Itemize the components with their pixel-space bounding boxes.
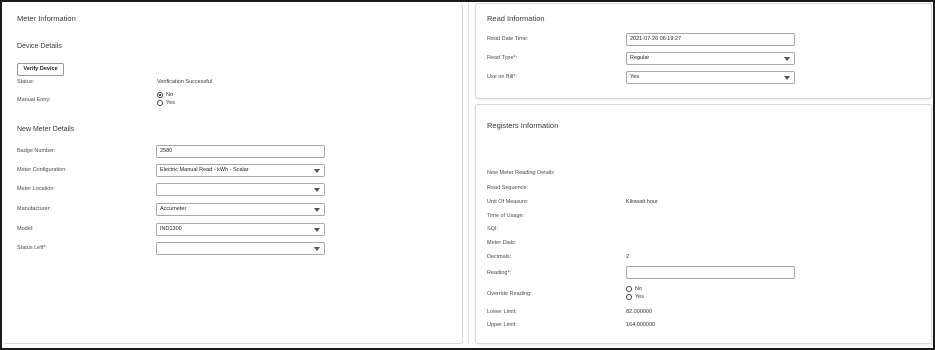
manual-entry-yes-label: Yes [166, 100, 175, 106]
upper-limit-label: Upper Limit: [487, 322, 517, 328]
lower-limit-value: 82.000000 [626, 309, 652, 315]
meter-configuration-label: Meter Configuration: [17, 167, 67, 173]
read-type-value: Regular [630, 55, 650, 61]
registers-information-panel [475, 104, 932, 344]
override-yes-radio[interactable] [626, 294, 632, 300]
manufacturer-label: Manufacturer: [17, 206, 51, 212]
model-value: IND1300 [160, 226, 182, 232]
chevron-down-icon [314, 228, 320, 232]
override-no-radio[interactable] [626, 286, 632, 292]
read-date-time-label: Read Date Time: [487, 36, 529, 42]
panel-divider [468, 3, 469, 344]
override-yes-label: Yes [635, 294, 644, 300]
registers-information-title: Registers Information [487, 121, 559, 130]
badge-number-input[interactable]: 2580 [156, 145, 325, 158]
use-on-bill-value: Yes [630, 74, 639, 80]
read-type-label: Read Type*: [487, 55, 518, 61]
status-left-select[interactable] [156, 242, 325, 255]
status-label: Status: [17, 79, 35, 85]
meter-dials-label: Meter Dials: [487, 240, 517, 246]
lower-limit-label: Lower Limit: [487, 309, 517, 315]
device-details-heading: Device Details [17, 43, 62, 50]
status-value: Verification Successful [157, 79, 213, 85]
manual-entry-yes-option[interactable]: Yes [157, 100, 175, 106]
use-on-bill-label: Use on Bill*: [487, 74, 517, 80]
meter-information-title: Meter Information [17, 14, 76, 23]
sqi-label: SQI: [487, 226, 499, 232]
chevron-down-icon [314, 247, 320, 251]
manual-entry-yes-radio[interactable] [157, 100, 163, 106]
override-reading-label: Override Reading: [487, 291, 532, 297]
unit-of-measure-value: Kilowatt hour [626, 199, 658, 205]
new-meter-details-heading: New Meter Details [17, 126, 75, 133]
unit-of-measure-label: Unit Of Measure: [487, 199, 529, 205]
decimals-value: 2 [626, 254, 630, 260]
manual-entry-no-label: No [166, 92, 174, 98]
override-no-option[interactable]: No [626, 286, 642, 292]
upper-limit-value: 164.000000 [626, 322, 656, 328]
meter-configuration-value: Electric Manual Read - kWh - Scalar [160, 167, 249, 173]
chevron-down-icon [784, 76, 790, 80]
read-date-time-input[interactable]: 2021-07-26 06:19:27 [626, 33, 795, 46]
new-meter-reading-details-heading: New Meter Reading Details [487, 170, 554, 176]
override-no-label: No [635, 286, 643, 292]
reading-input[interactable] [626, 266, 795, 279]
chevron-down-icon [784, 57, 790, 61]
decimals-label: Decimals: [487, 254, 512, 260]
read-information-title: Read Information [487, 14, 545, 23]
reading-label: Reading*: [487, 270, 512, 276]
meter-location-label: Meter Location: [17, 186, 55, 192]
verify-device-button[interactable]: Verify Device [17, 63, 64, 76]
manufacturer-select[interactable]: Accumeter [156, 203, 325, 216]
read-sequence-label: Read Sequence: [487, 185, 528, 191]
chevron-down-icon [314, 208, 320, 212]
badge-number-label: Badge Number: [17, 148, 56, 154]
manual-entry-label: Manual Entry: [17, 97, 51, 103]
read-type-select[interactable]: Regular [626, 52, 795, 65]
manual-entry-no-option[interactable]: No [157, 92, 173, 98]
manufacturer-value: Accumeter [160, 206, 187, 212]
override-yes-option[interactable]: Yes [626, 294, 644, 300]
time-of-usage-label: Time of Usage: [487, 213, 525, 219]
chevron-down-icon [314, 169, 320, 173]
chevron-down-icon [314, 188, 320, 192]
meter-location-select[interactable] [156, 183, 325, 196]
manual-entry-no-radio[interactable] [157, 92, 163, 98]
use-on-bill-select[interactable]: Yes [626, 71, 795, 84]
meter-configuration-select[interactable]: Electric Manual Read - kWh - Scalar [156, 164, 325, 177]
model-select[interactable]: IND1300 [156, 223, 325, 236]
model-label: Model: [17, 226, 34, 232]
status-left-label: Status Left*: [17, 245, 47, 251]
